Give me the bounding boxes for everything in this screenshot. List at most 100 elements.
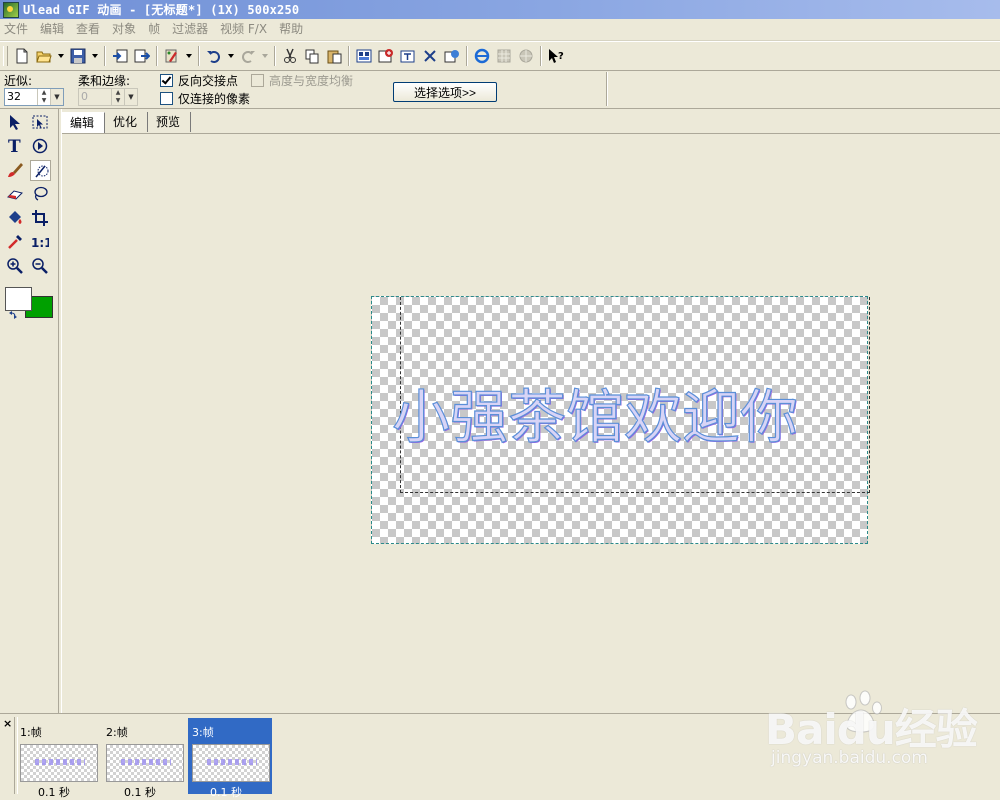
swap-colors-icon[interactable] xyxy=(8,310,18,320)
work-area: 编辑 优化 预览 小强茶馆欢迎你 xyxy=(61,109,1000,713)
similarity-spinner[interactable]: 32 ▲ ▼ ▼ xyxy=(4,88,64,106)
frame-delay[interactable]: 0.1 秒 xyxy=(38,784,70,800)
disabled-tool-button-2[interactable] xyxy=(516,45,536,67)
spin-up-icon[interactable]: ▲ xyxy=(112,89,124,97)
pick-tool[interactable] xyxy=(5,112,25,132)
toolbar-separator xyxy=(104,46,106,66)
soft-edge-spin-buttons[interactable]: ▲ ▼ xyxy=(111,89,124,105)
frame-thumbnail-1[interactable]: 1:帧 0.1 秒 xyxy=(16,718,100,799)
open-dropdown-button[interactable] xyxy=(56,45,66,67)
magic-wand-tool[interactable] xyxy=(30,160,51,181)
zoom-out-tool[interactable] xyxy=(30,256,50,276)
open-file-button[interactable] xyxy=(34,45,54,67)
export-icon xyxy=(134,49,150,63)
similarity-spin-buttons[interactable]: ▲ ▼ xyxy=(37,89,50,105)
paste-button[interactable] xyxy=(324,45,344,67)
frame-properties-button[interactable] xyxy=(354,45,374,67)
checkbox-unchecked-icon[interactable] xyxy=(251,74,264,87)
menu-help[interactable]: 帮助 xyxy=(273,19,309,40)
soft-edge-spinner[interactable]: 0 ▲ ▼ ▼ xyxy=(78,88,138,106)
tab-divider xyxy=(62,133,1000,134)
aspect-checkbox[interactable]: 高度与宽度均衡 xyxy=(251,72,353,89)
select-options-button[interactable]: 选择选项>> xyxy=(393,82,497,102)
frame-thumbnail-3[interactable]: 3:帧 0.1 秒 xyxy=(188,718,272,799)
zoom-in-tool[interactable] xyxy=(5,256,25,276)
text-tool[interactable]: T xyxy=(5,136,25,156)
import-button[interactable] xyxy=(110,45,130,67)
optimize-button[interactable] xyxy=(442,45,462,67)
toolbar-separator xyxy=(348,46,350,66)
frame-delay[interactable]: 0.1 秒 xyxy=(210,784,242,800)
preview-browser-button[interactable] xyxy=(472,45,492,67)
lasso-tool[interactable] xyxy=(30,184,50,204)
redo-button[interactable] xyxy=(238,45,258,67)
frame-grid-icon xyxy=(356,49,372,63)
menu-object[interactable]: 对象 xyxy=(106,19,142,40)
frame-label: 3:帧 xyxy=(192,726,214,739)
cut-button[interactable] xyxy=(280,45,300,67)
paint-mode-dropdown[interactable] xyxy=(184,45,194,67)
checkbox-checked-icon[interactable] xyxy=(160,74,173,87)
invert-checkbox[interactable]: 反向交接点 xyxy=(160,72,238,89)
connected-checkbox[interactable]: 仅连接的像素 xyxy=(160,90,250,107)
actual-size-tool[interactable]: 1:1 xyxy=(30,232,50,252)
add-frame-button[interactable] xyxy=(376,45,396,67)
help-cursor-icon: ? xyxy=(549,49,564,63)
menu-view[interactable]: 查看 xyxy=(70,19,106,40)
tab-preview[interactable]: 预览 xyxy=(148,112,192,132)
close-icon[interactable]: × xyxy=(3,717,12,730)
delete-frame-button[interactable] xyxy=(420,45,440,67)
soft-edge-dropdown-button[interactable]: ▼ xyxy=(124,89,137,105)
menu-file[interactable]: 文件 xyxy=(0,19,34,40)
paintbrush-icon xyxy=(8,163,23,177)
spin-down-icon[interactable]: ▼ xyxy=(112,97,124,105)
spin-up-icon[interactable]: ▲ xyxy=(38,89,50,97)
checkbox-unchecked-icon[interactable] xyxy=(160,92,173,105)
foreground-color-swatch[interactable] xyxy=(5,287,32,311)
crop-icon xyxy=(32,210,48,226)
new-file-button[interactable] xyxy=(12,45,32,67)
chevron-down-icon xyxy=(92,54,98,58)
menu-filter[interactable]: 过滤器 xyxy=(166,19,214,40)
rotate-circle-icon xyxy=(32,138,48,154)
rotate-tool[interactable] xyxy=(30,136,50,156)
spin-down-icon[interactable]: ▼ xyxy=(38,97,50,105)
add-text-frame-button[interactable] xyxy=(398,45,418,67)
context-help-button[interactable]: ? xyxy=(546,45,566,67)
marquee-select-icon xyxy=(32,115,48,129)
marquee-tool[interactable] xyxy=(30,112,50,132)
undo-button[interactable] xyxy=(204,45,224,67)
paste-clipboard-icon xyxy=(327,50,342,64)
save-button[interactable] xyxy=(68,45,88,67)
canvas-text-object[interactable]: 小强茶馆欢迎你 xyxy=(391,367,862,467)
app-icon[interactable] xyxy=(3,1,19,18)
frame-delay[interactable]: 0.1 秒 xyxy=(124,784,156,800)
paint-mode-button[interactable] xyxy=(162,45,182,67)
menu-frame[interactable]: 帧 xyxy=(142,19,166,40)
menu-edit[interactable]: 编辑 xyxy=(34,19,70,40)
aspect-checkbox-label: 高度与宽度均衡 xyxy=(269,74,354,88)
similarity-dropdown-button[interactable]: ▼ xyxy=(50,89,63,105)
redo-dropdown[interactable] xyxy=(260,45,270,67)
paint-bucket-tool[interactable] xyxy=(5,208,25,228)
copy-button[interactable] xyxy=(302,45,322,67)
undo-icon xyxy=(207,51,220,63)
main-toolbar: ? xyxy=(0,41,1000,71)
tab-edit[interactable]: 编辑 xyxy=(62,112,106,133)
menu-video-fx[interactable]: 视频 F/X xyxy=(214,19,273,40)
eraser-tool[interactable] xyxy=(5,184,25,204)
undo-dropdown[interactable] xyxy=(226,45,236,67)
text-frame-icon xyxy=(400,50,415,63)
disabled-tool-button-1[interactable] xyxy=(494,45,514,67)
image-canvas[interactable]: 小强茶馆欢迎你 xyxy=(371,296,870,544)
zoom-in-icon xyxy=(7,258,23,274)
paintbrush-tool[interactable] xyxy=(5,160,25,180)
delete-cross-icon xyxy=(424,50,436,62)
toolbar-grip[interactable] xyxy=(3,46,8,66)
export-button[interactable] xyxy=(132,45,152,67)
frame-thumbnail-2[interactable]: 2:帧 0.1 秒 xyxy=(102,718,186,799)
tab-optimize[interactable]: 优化 xyxy=(105,112,149,132)
eyedropper-tool[interactable] xyxy=(5,232,25,252)
crop-tool[interactable] xyxy=(30,208,50,228)
save-dropdown-button[interactable] xyxy=(90,45,100,67)
